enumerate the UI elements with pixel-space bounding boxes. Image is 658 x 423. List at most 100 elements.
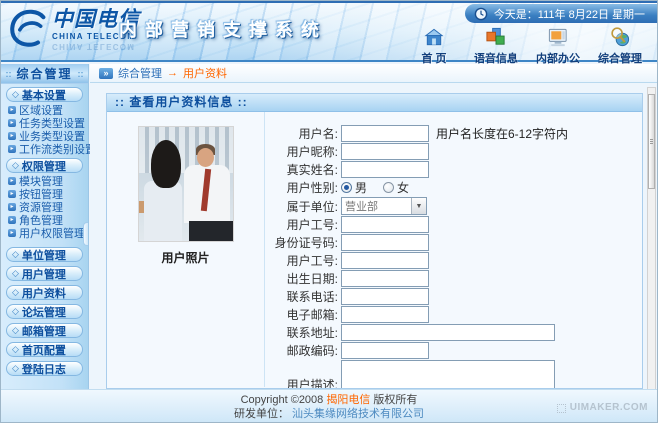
email-label: 电子邮箱: bbox=[265, 306, 341, 323]
chevron-down-icon[interactable] bbox=[411, 198, 426, 214]
sidebar-button-homepage-config[interactable]: 首页配置 bbox=[6, 342, 83, 357]
address-input[interactable] bbox=[341, 324, 555, 341]
sidebar-item-user-permission-management[interactable]: 用户权限管理 bbox=[1, 227, 88, 239]
sidebar-button-label: 首页配置 bbox=[22, 342, 66, 358]
user-profile-form: 用户名: 用户名长度在6-12字符内 用户昵称: 真实姓名: 用户性别: bbox=[265, 112, 642, 387]
gender-option-male[interactable]: 男 bbox=[341, 179, 367, 196]
copyright-company: 揭阳电信 bbox=[326, 394, 370, 406]
sidebar: :: 综合管理 :: 基本设置 区域设置 任务类型设置 业务类型设置 工作流类别… bbox=[1, 64, 89, 391]
watermark: UIMAKER.COM bbox=[557, 401, 648, 415]
employee-id-input[interactable] bbox=[341, 216, 429, 233]
form-row: 用户昵称: bbox=[265, 143, 642, 160]
sidebar-title-decor-left: :: bbox=[5, 69, 11, 79]
watermark-text: UIMAKER.COM bbox=[570, 401, 648, 415]
panel-title: :: 查看用户资料信息 :: bbox=[107, 94, 642, 112]
username-input[interactable] bbox=[341, 125, 429, 142]
sidebar-button-user-management[interactable]: 用户管理 bbox=[6, 266, 83, 281]
diamond-icon bbox=[12, 364, 19, 373]
form-row: 联系电话: bbox=[265, 288, 642, 305]
sidebar-button-label: 单位管理 bbox=[22, 247, 66, 263]
china-telecom-logo-icon bbox=[8, 9, 48, 47]
nav-item-integrated-management[interactable]: 综合管理 bbox=[589, 26, 651, 66]
sidebar-button-label: 用户资料 bbox=[22, 285, 66, 301]
phone-input[interactable] bbox=[341, 288, 429, 305]
form-row: 属于单位: 营业部 bbox=[265, 197, 642, 215]
radio-male-icon[interactable] bbox=[341, 182, 352, 193]
home-icon bbox=[421, 26, 447, 49]
sidebar-button-mailbox-management[interactable]: 邮箱管理 bbox=[6, 323, 83, 338]
diamond-icon bbox=[12, 250, 19, 259]
arrow-bullet-icon bbox=[8, 229, 16, 237]
breadcrumb: 综合管理 → 用户资料 bbox=[90, 64, 657, 83]
sidebar-button-label: 邮箱管理 bbox=[22, 323, 66, 339]
form-row: 身份证号码: bbox=[265, 234, 642, 251]
photo-column: 用户照片 bbox=[107, 112, 265, 387]
sidebar-button-user-profile[interactable]: 用户资料 bbox=[6, 285, 83, 300]
sidebar-section-permission-management[interactable]: 权限管理 bbox=[6, 158, 83, 173]
arrow-bullet-icon bbox=[8, 145, 16, 153]
gender-female-label: 女 bbox=[397, 179, 409, 196]
photo-caption: 用户照片 bbox=[107, 249, 264, 266]
diamond-icon bbox=[12, 269, 19, 278]
top-nav: 首 页 语音信息 内部办公 bbox=[403, 26, 651, 66]
form-row: 真实姓名: bbox=[265, 161, 642, 178]
gender-option-female[interactable]: 女 bbox=[383, 179, 409, 196]
arrow-bullet-icon bbox=[8, 203, 16, 211]
phone-label: 联系电话: bbox=[265, 288, 341, 305]
diamond-icon bbox=[12, 345, 19, 354]
arrow-bullet-icon bbox=[8, 106, 16, 114]
app-window: 中国电信 CHINA TELECOM CHINA TELECOM 内部营销支撑系… bbox=[0, 0, 658, 423]
diamond-icon bbox=[12, 288, 19, 297]
sidebar-title: :: 综合管理 :: bbox=[1, 64, 88, 84]
birthdate-input[interactable] bbox=[341, 270, 429, 287]
username-label: 用户名: bbox=[265, 125, 341, 142]
form-row: 用户工号: bbox=[265, 252, 642, 269]
scrollbar-thumb[interactable] bbox=[648, 94, 655, 189]
sidebar-collapse-handle[interactable] bbox=[83, 222, 88, 246]
form-row: 邮政编码: bbox=[265, 342, 642, 359]
postcode-input[interactable] bbox=[341, 342, 429, 359]
postcode-label: 邮政编码: bbox=[265, 342, 341, 359]
copyright-suffix: 版权所有 bbox=[373, 394, 417, 406]
user-photo bbox=[138, 126, 234, 242]
breadcrumb-current: 用户资料 bbox=[183, 65, 227, 81]
uimaker-logo-icon bbox=[557, 404, 566, 413]
vertical-scrollbar[interactable] bbox=[647, 87, 656, 390]
realname-label: 真实姓名: bbox=[265, 161, 341, 178]
nav-item-voice-info[interactable]: 语音信息 bbox=[465, 26, 527, 66]
nav-item-internal-office[interactable]: 内部办公 bbox=[527, 26, 589, 66]
sidebar-button-unit-management[interactable]: 单位管理 bbox=[6, 247, 83, 262]
form-row: 用户描述: bbox=[265, 360, 642, 389]
form-row: 电子邮箱: bbox=[265, 306, 642, 323]
form-row: 出生日期: bbox=[265, 270, 642, 287]
id-card-label: 身份证号码: bbox=[265, 234, 341, 251]
form-row: 联系地址: bbox=[265, 324, 642, 341]
description-textarea[interactable] bbox=[341, 360, 555, 389]
sidebar-button-login-log[interactable]: 登陆日志 bbox=[6, 361, 83, 376]
unit-select[interactable]: 营业部 bbox=[341, 197, 427, 215]
sidebar-button-forum-management[interactable]: 论坛管理 bbox=[6, 304, 83, 319]
diamond-icon bbox=[12, 326, 19, 335]
username-hint: 用户名长度在6-12字符内 bbox=[436, 125, 568, 142]
id-card-input[interactable] bbox=[341, 234, 429, 251]
office-computer-icon bbox=[545, 26, 571, 49]
employee-id2-input[interactable] bbox=[341, 252, 429, 269]
date-bar: 今天是：111年 8月22日 星期一 bbox=[465, 4, 657, 23]
arrow-bullet-icon bbox=[8, 119, 16, 127]
unit-label: 属于单位: bbox=[265, 198, 341, 215]
sidebar-section-label: 权限管理 bbox=[22, 158, 66, 174]
description-label: 用户描述: bbox=[265, 376, 341, 390]
nickname-input[interactable] bbox=[341, 143, 429, 160]
breadcrumb-parent[interactable]: 综合管理 bbox=[118, 65, 162, 81]
developer-company-link[interactable]: 汕头集缘网络技术有限公司 bbox=[292, 408, 424, 420]
nav-item-home[interactable]: 首 页 bbox=[403, 26, 465, 66]
globe-magnifier-icon bbox=[607, 26, 633, 49]
scrollbar-grip bbox=[650, 139, 653, 144]
email-input[interactable] bbox=[341, 306, 429, 323]
double-arrow-icon bbox=[99, 68, 113, 79]
radio-female-icon[interactable] bbox=[383, 182, 394, 193]
realname-input[interactable] bbox=[341, 161, 429, 178]
sidebar-section-basic-settings[interactable]: 基本设置 bbox=[6, 87, 83, 102]
sidebar-item-workflow-category-settings[interactable]: 工作流类别设置 bbox=[1, 143, 88, 155]
date-text: 今天是：111年 8月22日 星期一 bbox=[494, 6, 645, 22]
